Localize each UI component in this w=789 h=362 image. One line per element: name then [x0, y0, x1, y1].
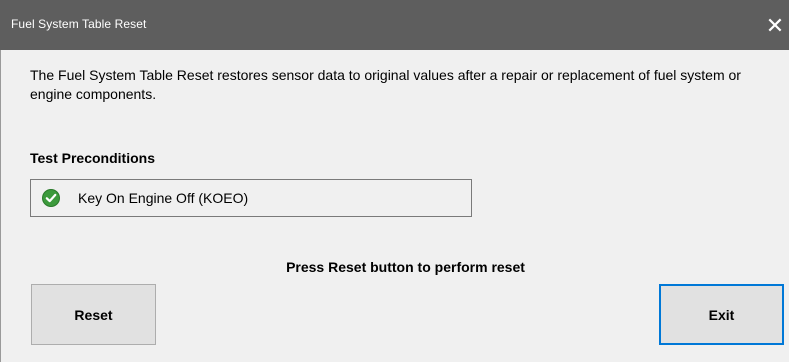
- preconditions-heading: Test Preconditions: [30, 150, 155, 166]
- check-circle-icon: [42, 189, 60, 207]
- instruction-text: Press Reset button to perform reset: [286, 259, 525, 275]
- reset-button[interactable]: Reset: [31, 284, 156, 345]
- window-title: Fuel System Table Reset: [11, 17, 147, 31]
- description-text: The Fuel System Table Reset restores sen…: [30, 67, 741, 102]
- title-bar: Fuel System Table Reset ✕: [0, 0, 789, 50]
- close-button[interactable]: ✕: [761, 10, 789, 42]
- exit-button[interactable]: Exit: [659, 284, 784, 345]
- dialog-body: The Fuel System Table Reset restores sen…: [0, 50, 789, 362]
- close-icon: ✕: [765, 13, 785, 38]
- precondition-label: Key On Engine Off (KOEO): [78, 190, 249, 206]
- precondition-item: Key On Engine Off (KOEO): [30, 179, 472, 217]
